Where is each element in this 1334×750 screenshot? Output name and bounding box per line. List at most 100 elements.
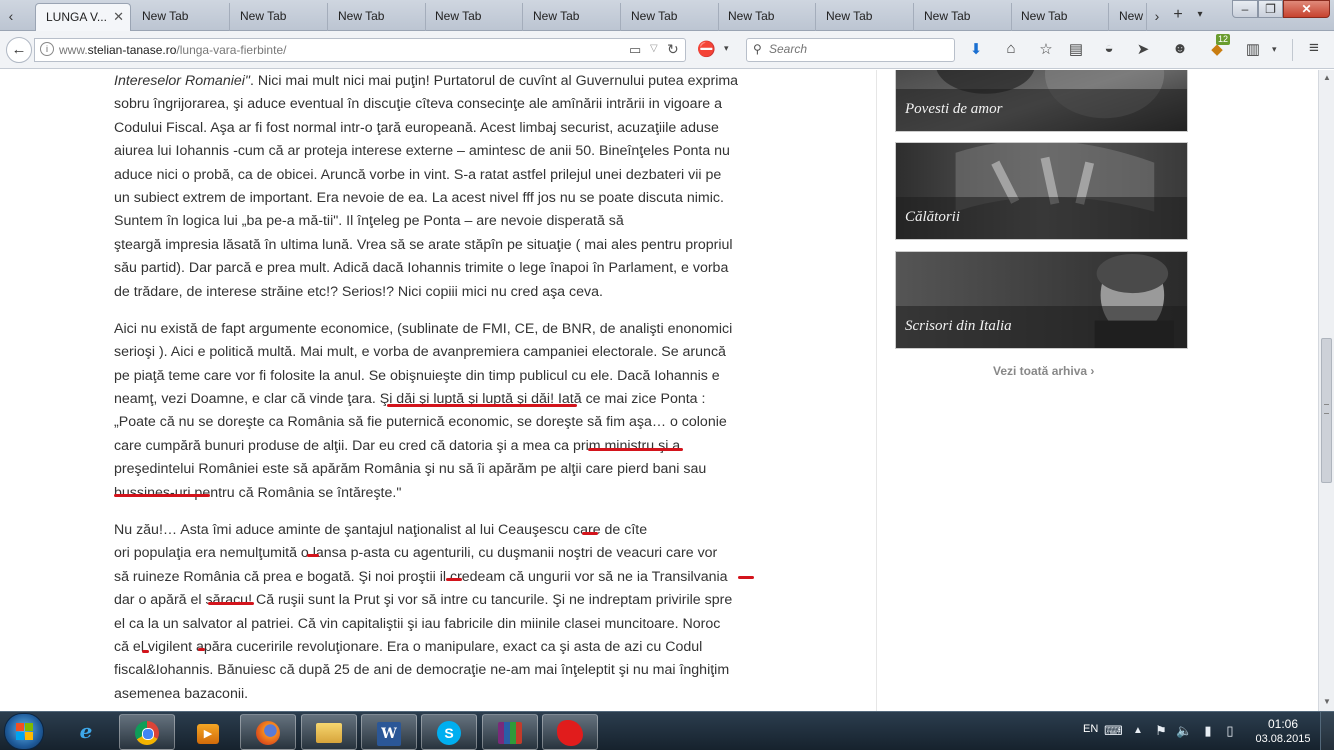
tab-new-tab[interactable]: New Tab — [718, 3, 816, 31]
article-line: care cumpără bunuri produse de alţii. Da… — [114, 437, 681, 454]
bookmark-star-icon[interactable]: ☆ — [1036, 40, 1056, 58]
start-button[interactable] — [4, 713, 44, 750]
article-line: dar o apără el săracu! Că ruşii sunt la … — [114, 592, 733, 609]
volume-icon[interactable]: 🔈 — [1176, 723, 1192, 739]
article-line: „Poate că nu se doreşte ca România să fi… — [114, 414, 727, 431]
file-explorer-taskbar-icon[interactable] — [301, 714, 357, 750]
download-icon[interactable]: ⬇ — [966, 40, 986, 58]
article-paragraph-1: Intereselor Romaniei". Nici mai mult nic… — [114, 70, 774, 304]
power-icon[interactable]: ▯ — [1222, 723, 1238, 739]
internet-explorer-taskbar-icon[interactable]: e — [58, 714, 114, 750]
page-scrollbar[interactable]: ▲ ▼ — [1318, 70, 1334, 711]
noscript-dropdown-icon[interactable]: ▾ — [724, 43, 729, 54]
hamburger-menu-icon[interactable]: ≡ — [1304, 38, 1324, 58]
article-line: Intereselor Romaniei". Nici mai mult nic… — [114, 73, 739, 89]
article-line: pe piaţă teme care vor fi folosite la an… — [114, 367, 720, 384]
red-underline-mark — [142, 650, 149, 653]
chat-icon[interactable]: ☻ — [1170, 40, 1190, 57]
addon-badge: 12 — [1216, 34, 1231, 45]
red-underline-mark — [114, 494, 210, 497]
tab-strip: ‹ LUNGA V... ✕ New Tab New Tab New Tab New Ta… — [0, 0, 1334, 31]
tab-scroll-left-button[interactable]: ‹ — [2, 4, 20, 28]
article-line: aiurea lui Iohannis -cum că ar proteja i… — [114, 143, 730, 160]
minimize-button[interactable]: ‒ — [1232, 0, 1258, 18]
red-underline-mark — [738, 576, 754, 579]
maximize-button[interactable]: ❐ — [1258, 0, 1283, 18]
pocket-icon[interactable]: ◒ — [1099, 40, 1119, 57]
article-line: Aici nu există de fapt argumente economi… — [114, 320, 733, 337]
tab-label: New Tab — [240, 9, 287, 23]
tab-new-tab[interactable]: New Tab — [425, 3, 523, 31]
category-card-scrisori-din-italia[interactable]: Scrisori din Italia — [895, 251, 1188, 349]
skype-taskbar-icon[interactable]: S — [421, 714, 477, 750]
scrollbar-thumb[interactable] — [1321, 338, 1332, 483]
category-card-calatorii[interactable]: Călătorii — [895, 142, 1188, 240]
search-icon[interactable]: ⚲ — [753, 42, 762, 56]
site-identity-icon[interactable]: i — [40, 42, 54, 56]
tab-new-tab[interactable]: New Tab — [523, 3, 621, 31]
url-bar[interactable]: i www.stelian-tanase.ro/lunga-vara-fierb… — [34, 38, 686, 62]
close-window-button[interactable]: ✕ — [1283, 0, 1330, 18]
view-archive-link[interactable]: Vezi toată arhiva › — [993, 364, 1094, 378]
word-taskbar-icon[interactable]: W — [361, 714, 417, 750]
show-hidden-icons-icon[interactable]: ▲ — [1130, 725, 1146, 736]
show-desktop-button[interactable] — [1320, 712, 1334, 750]
tab-new-tab[interactable]: New Tab — [230, 3, 328, 31]
send-icon[interactable]: ➤ — [1133, 40, 1153, 58]
card-label: Scrisori din Italia — [905, 318, 1012, 334]
article-line: său partid). Dar parcă e prea mult. Adic… — [114, 260, 729, 277]
url-history-dropdown-icon[interactable]: ▽ — [650, 43, 658, 54]
card-label: Povesti de amor — [905, 101, 1003, 117]
clipboard-dropdown-icon[interactable]: ▾ — [1272, 44, 1277, 55]
tab-label: New Tab — [142, 9, 189, 23]
tab-close-icon[interactable]: ✕ — [113, 4, 124, 30]
new-tab-button[interactable]: + — [1170, 4, 1186, 26]
bookmarks-menu-icon[interactable]: ▤ — [1066, 40, 1086, 58]
tab-new-tab[interactable]: New Tab — [1011, 3, 1109, 31]
reload-icon[interactable]: ↻ — [667, 41, 679, 58]
article-line: Nu zău!… Asta îmi aduce aminte de şantaj… — [114, 522, 648, 539]
scroll-up-arrow-icon[interactable]: ▲ — [1319, 70, 1334, 86]
media-player-taskbar-icon[interactable]: ▶ — [180, 714, 236, 750]
noscript-icon[interactable]: ⛔ — [697, 40, 716, 58]
article-line: serioşi ). Aici e politică multă. Mai mu… — [114, 344, 726, 361]
article-line: el ca la un salvator al patriei. Că vin … — [114, 615, 721, 632]
scroll-down-arrow-icon[interactable]: ▼ — [1319, 694, 1334, 710]
network-icon[interactable]: ▮ — [1200, 723, 1216, 739]
red-app-taskbar-icon[interactable] — [542, 714, 598, 750]
firefox-taskbar-icon[interactable] — [240, 714, 296, 750]
reader-view-icon[interactable]: ▭ — [629, 42, 641, 58]
tab-new-tab[interactable]: New Tab — [816, 3, 914, 31]
category-card-povesti-de-amor[interactable]: Povesti de amor — [895, 70, 1188, 132]
article-paragraph-3: Nu zău!… Asta îmi aduce aminte de şantaj… — [114, 519, 774, 706]
home-icon[interactable]: ⌂ — [1001, 40, 1021, 57]
article-line: preşedintelui României este să apărăm Ro… — [114, 461, 707, 478]
search-input[interactable] — [769, 42, 949, 56]
article-line: sobru îngrijorarea, şi aduce eventual în… — [114, 96, 723, 113]
clipboard-icon[interactable]: ▥ — [1243, 40, 1263, 58]
red-underline-mark — [307, 554, 319, 557]
tab-new-tab[interactable]: New Tab — [328, 3, 426, 31]
clock-time[interactable]: 01:06 — [1258, 717, 1308, 731]
action-center-flag-icon[interactable]: ⚑ — [1153, 723, 1169, 739]
keyboard-icon[interactable]: ⌨ — [1104, 723, 1123, 739]
tab-label: New Tab — [1021, 9, 1068, 23]
tab-scroll-right-button[interactable]: › — [1148, 4, 1166, 28]
windows-taskbar: e ▶ W S EN ⌨ ▲ ⚑ 🔈 ▮ ▯ 01:06 03.08.2015 — [0, 711, 1334, 750]
tab-new-tab[interactable]: New — [1109, 3, 1147, 31]
back-button[interactable]: ← — [6, 37, 32, 63]
url-text[interactable]: www.stelian-tanase.ro/lunga-vara-fierbin… — [59, 43, 286, 57]
tab-new-tab[interactable]: New Tab — [621, 3, 719, 31]
red-underline-mark — [588, 448, 683, 451]
search-bar[interactable]: ⚲ — [746, 38, 955, 62]
tab-new-tab[interactable]: New Tab — [914, 3, 1012, 31]
language-indicator[interactable]: EN — [1083, 723, 1098, 735]
tab-active[interactable]: LUNGA V... ✕ — [35, 3, 131, 31]
tab-label: New Tab — [435, 9, 482, 23]
winrar-taskbar-icon[interactable] — [482, 714, 538, 750]
tab-new-tab[interactable]: New Tab — [132, 3, 230, 31]
tab-list-button[interactable]: ▾ — [1192, 4, 1208, 26]
red-underline-mark — [208, 602, 254, 605]
clock-date[interactable]: 03.08.2015 — [1251, 733, 1315, 745]
chrome-taskbar-icon[interactable] — [119, 714, 175, 750]
